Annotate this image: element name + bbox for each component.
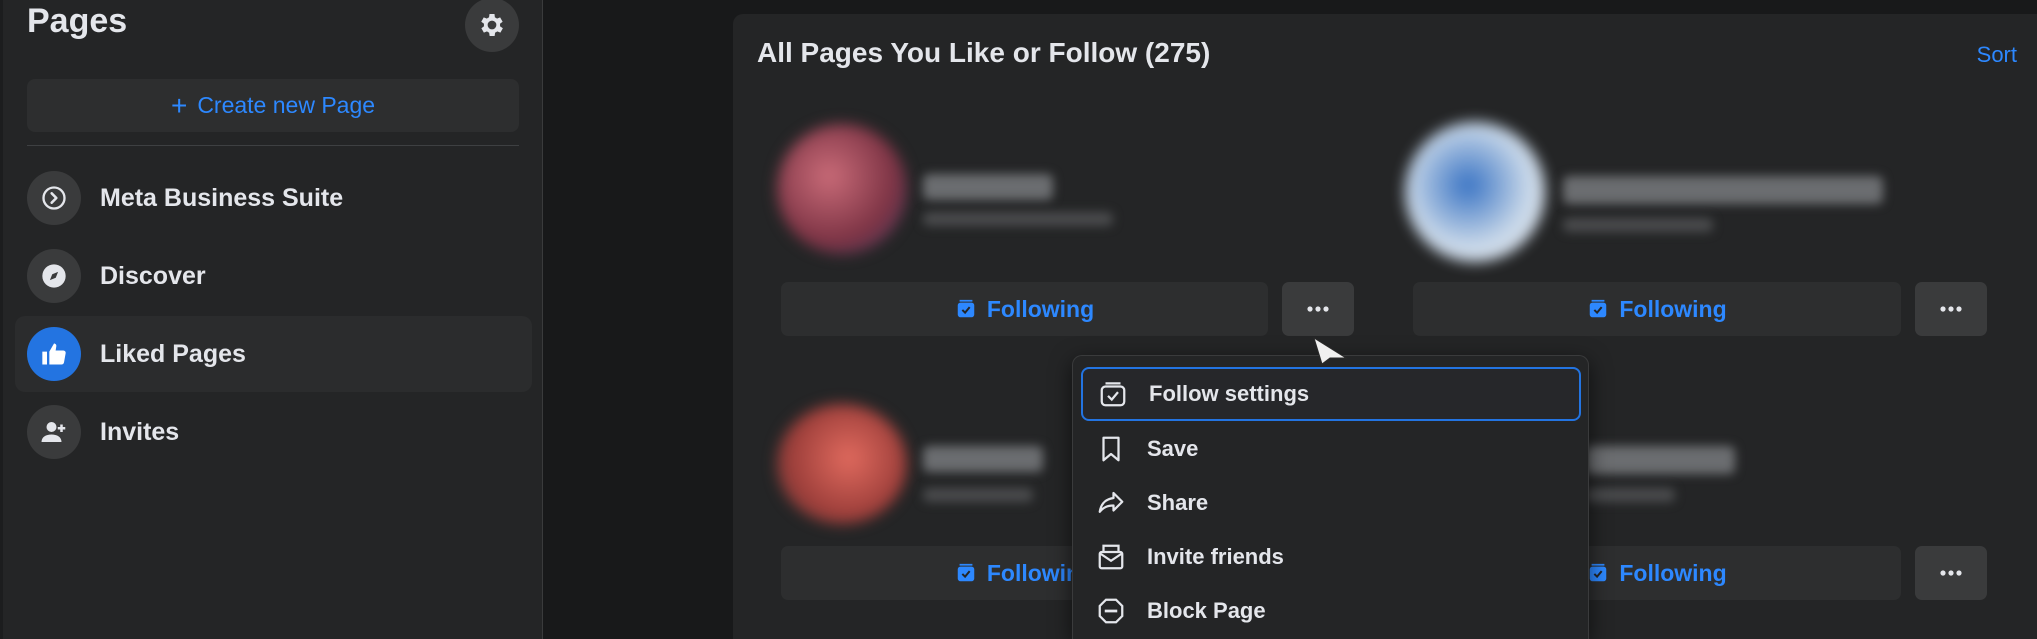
- sidebar-item-label: Invites: [100, 417, 180, 446]
- menu-item-follow-settings[interactable]: Follow settings: [1081, 367, 1581, 421]
- block-icon: [1095, 595, 1127, 627]
- menu-item-block-page[interactable]: Block Page: [1081, 584, 1581, 638]
- compass-icon: [27, 249, 81, 303]
- more-icon: [1940, 306, 1962, 312]
- following-icon: [1587, 298, 1609, 320]
- more-options-button[interactable]: [1282, 282, 1354, 336]
- more-icon: [1307, 306, 1329, 312]
- following-icon: [955, 298, 977, 320]
- page-name-blurred[interactable]: [1563, 176, 1883, 204]
- following-icon: [955, 562, 977, 584]
- page-name-blurred[interactable]: [1585, 446, 1735, 474]
- follow-settings-icon: [1097, 378, 1129, 410]
- page-meta-blurred: [1563, 218, 1713, 232]
- sidebar-item-label: Discover: [100, 261, 206, 290]
- page-name-blurred[interactable]: [923, 446, 1043, 472]
- menu-item-label: Block Page: [1147, 598, 1266, 623]
- settings-button[interactable]: [465, 0, 519, 52]
- menu-item-invite-friends[interactable]: Invite friends: [1081, 530, 1581, 584]
- following-label: Following: [1619, 295, 1727, 322]
- menu-item-save[interactable]: Save: [1081, 422, 1581, 476]
- create-page-label: Create new Page: [197, 92, 376, 118]
- menu-item-label: Follow settings: [1149, 381, 1310, 406]
- menu-item-label: Invite friends: [1147, 544, 1284, 569]
- sidebar: Pages + Create new Page Meta Business Su…: [0, 0, 543, 639]
- page-avatar[interactable]: [777, 124, 907, 254]
- sidebar-item-invites[interactable]: Invites: [15, 394, 532, 470]
- page-avatar[interactable]: [777, 404, 907, 524]
- sidebar-title: Pages: [27, 2, 128, 40]
- sidebar-item-liked-pages[interactable]: Liked Pages: [15, 316, 532, 392]
- sort-link[interactable]: Sort: [1977, 42, 2017, 68]
- following-icon: [1587, 562, 1609, 584]
- menu-item-label: Save: [1147, 436, 1199, 461]
- business-suite-icon: [27, 171, 81, 225]
- thumbs-up-icon: [27, 327, 81, 381]
- gear-icon: [481, 14, 503, 36]
- app: Pages + Create new Page Meta Business Su…: [0, 0, 2037, 639]
- following-label: Following: [1619, 559, 1727, 586]
- plus-icon: +: [170, 89, 188, 121]
- add-person-icon: [27, 405, 81, 459]
- sidebar-edge: [0, 0, 3, 639]
- following-label: Following: [986, 295, 1095, 322]
- create-page-button[interactable]: + Create new Page: [27, 79, 519, 132]
- following-button[interactable]: Following: [1413, 282, 1901, 336]
- more-icon: [1940, 570, 1962, 576]
- sidebar-item-discover[interactable]: Discover: [15, 238, 532, 314]
- page-meta-blurred: [1585, 488, 1675, 502]
- bookmark-icon: [1095, 433, 1127, 465]
- sidebar-divider: [27, 145, 519, 146]
- envelope-icon: [1095, 541, 1127, 573]
- page-title: All Pages You Like or Follow (275): [757, 37, 1211, 68]
- sidebar-item-label: Meta Business Suite: [100, 183, 344, 212]
- share-arrow-icon: [1095, 487, 1127, 519]
- page-avatar[interactable]: [1405, 122, 1545, 262]
- page-options-menu: Follow settings Save Share Invite friend…: [1072, 355, 1589, 639]
- page-meta-blurred: [923, 488, 1033, 502]
- mouse-cursor-icon: [1313, 336, 1348, 365]
- menu-item-label: Share: [1147, 490, 1209, 515]
- more-options-button[interactable]: [1915, 546, 1987, 600]
- page-meta-blurred: [923, 212, 1113, 226]
- sidebar-item-label: Liked Pages: [100, 339, 246, 368]
- menu-item-share[interactable]: Share: [1081, 476, 1581, 530]
- page-name-blurred[interactable]: [923, 174, 1053, 200]
- more-options-button[interactable]: [1915, 282, 1987, 336]
- following-button[interactable]: Following: [781, 282, 1268, 336]
- sidebar-item-business-suite[interactable]: Meta Business Suite: [15, 160, 532, 236]
